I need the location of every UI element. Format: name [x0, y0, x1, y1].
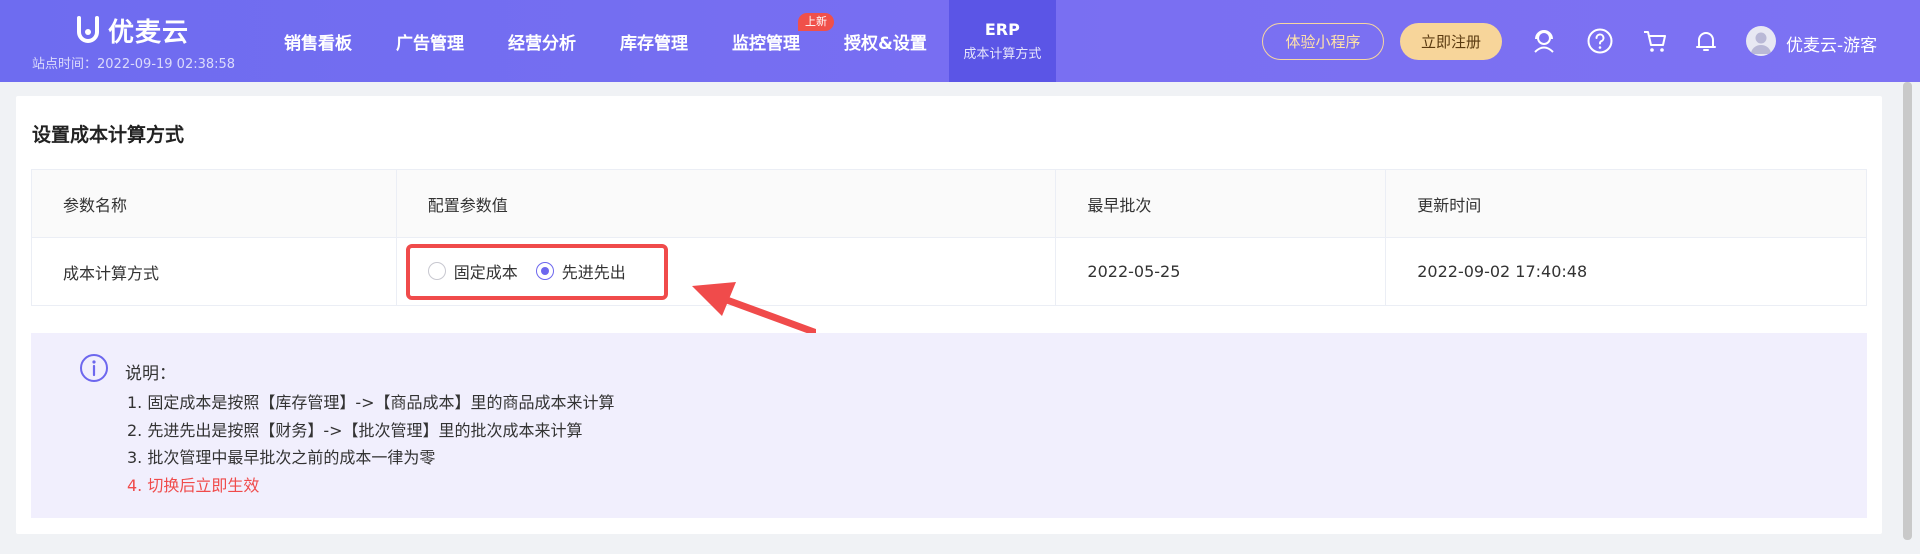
annotation-arrow-icon: [692, 282, 816, 336]
brand-logo-icon: [77, 16, 99, 43]
nav-erp[interactable]: ERP 成本计算方式: [948, 0, 1056, 82]
radio-dot[interactable]: [535, 262, 554, 280]
nav-erp-subtitle: 成本计算方式: [963, 47, 1042, 62]
help-icon[interactable]: [1586, 27, 1614, 55]
col-param-name: 参数名称: [31, 169, 397, 238]
radio-dot[interactable]: [427, 262, 446, 280]
bell-icon[interactable]: [1692, 27, 1720, 55]
notice-line-warning: 4. 切换后立即生效: [127, 475, 260, 495]
notice-title: 说明：: [125, 364, 176, 384]
nav-monitoring[interactable]: 监控管理 上新: [710, 0, 834, 82]
page-title: 设置成本计算方式: [32, 124, 185, 146]
top-navbar: 优麦云 站点时间：2022-09-19 02:38:58 销售看板 广告管理 经…: [0, 0, 1920, 82]
nav-label: 销售看板: [284, 33, 352, 54]
nav-auth-settings[interactable]: 授权&设置: [822, 0, 949, 82]
table-row: 成本计算方式 固定成本 先进先出 2022-05-25 2022-09-02 1…: [31, 237, 1867, 306]
site-time: 站点时间：2022-09-19 02:38:58: [32, 57, 236, 72]
register-button[interactable]: 立即注册: [1400, 23, 1502, 60]
nav-label: 经营分析: [508, 33, 576, 54]
nav-sales-dashboard[interactable]: 销售看板: [262, 0, 374, 82]
customer-service-icon[interactable]: [1530, 27, 1558, 55]
user-name[interactable]: 优麦云-游客: [1786, 31, 1877, 56]
param-name-cell: 成本计算方式: [31, 237, 397, 306]
mini-program-button[interactable]: 体验小程序: [1262, 23, 1384, 60]
nav-erp-title: ERP: [984, 20, 1020, 39]
notice-lines: 1. 固定成本是按照【库存管理】->【商品成本】里的商品成本来计算 2. 先进先…: [127, 389, 615, 499]
notice-box: 说明： 1. 固定成本是按照【库存管理】->【商品成本】里的商品成本来计算 2.…: [31, 333, 1867, 518]
notice-line: 3. 批次管理中最早批次之前的成本一律为零: [127, 448, 436, 467]
table-header-row: 参数名称 配置参数值 最早批次 更新时间: [31, 169, 1867, 238]
col-earliest-batch: 最早批次: [1055, 169, 1387, 238]
notice-line: 1. 固定成本是按照【库存管理】->【商品成本】里的商品成本来计算: [127, 393, 615, 412]
cost-method-card: 设置成本计算方式 参数名称 配置参数值 最早批次 更新时间 成本计算方式 固定成…: [16, 96, 1882, 534]
brand-name: 优麦云: [108, 18, 190, 48]
col-param-value: 配置参数值: [395, 169, 1057, 238]
nav-label: 授权&设置: [844, 33, 927, 54]
nav-label: 监控管理: [732, 33, 800, 54]
info-icon: [80, 354, 108, 382]
updated-at-cell: 2022-09-02 17:40:48: [1385, 237, 1867, 306]
brand[interactable]: 优麦云 站点时间：2022-09-19 02:38:58: [0, 0, 250, 82]
main-nav: 销售看板 广告管理 经营分析 库存管理 监控管理 上新 授权&设置 ERP 成本…: [262, 0, 1056, 82]
param-table: 参数名称 配置参数值 最早批次 更新时间 成本计算方式 固定成本 先进先出 20…: [31, 169, 1867, 306]
cart-icon[interactable]: [1641, 27, 1669, 55]
nav-inventory-management[interactable]: 库存管理: [598, 0, 710, 82]
earliest-batch-cell: 2022-05-25: [1055, 237, 1387, 306]
nav-ads-management[interactable]: 广告管理: [374, 0, 486, 82]
nav-label: 库存管理: [620, 33, 688, 54]
avatar-person-icon: [1751, 32, 1771, 54]
avatar-icon[interactable]: [1746, 26, 1776, 56]
notice-line: 2. 先进先出是按照【财务】->【批次管理】里的批次成本来计算: [127, 420, 583, 440]
nav-business-analysis[interactable]: 经营分析: [486, 0, 598, 82]
nav-label: 广告管理: [396, 33, 464, 54]
scrollbar-thumb[interactable]: [1903, 82, 1912, 540]
col-updated-at: 更新时间: [1385, 169, 1867, 238]
cost-method-radio-group: 固定成本 先进先出: [405, 244, 668, 300]
